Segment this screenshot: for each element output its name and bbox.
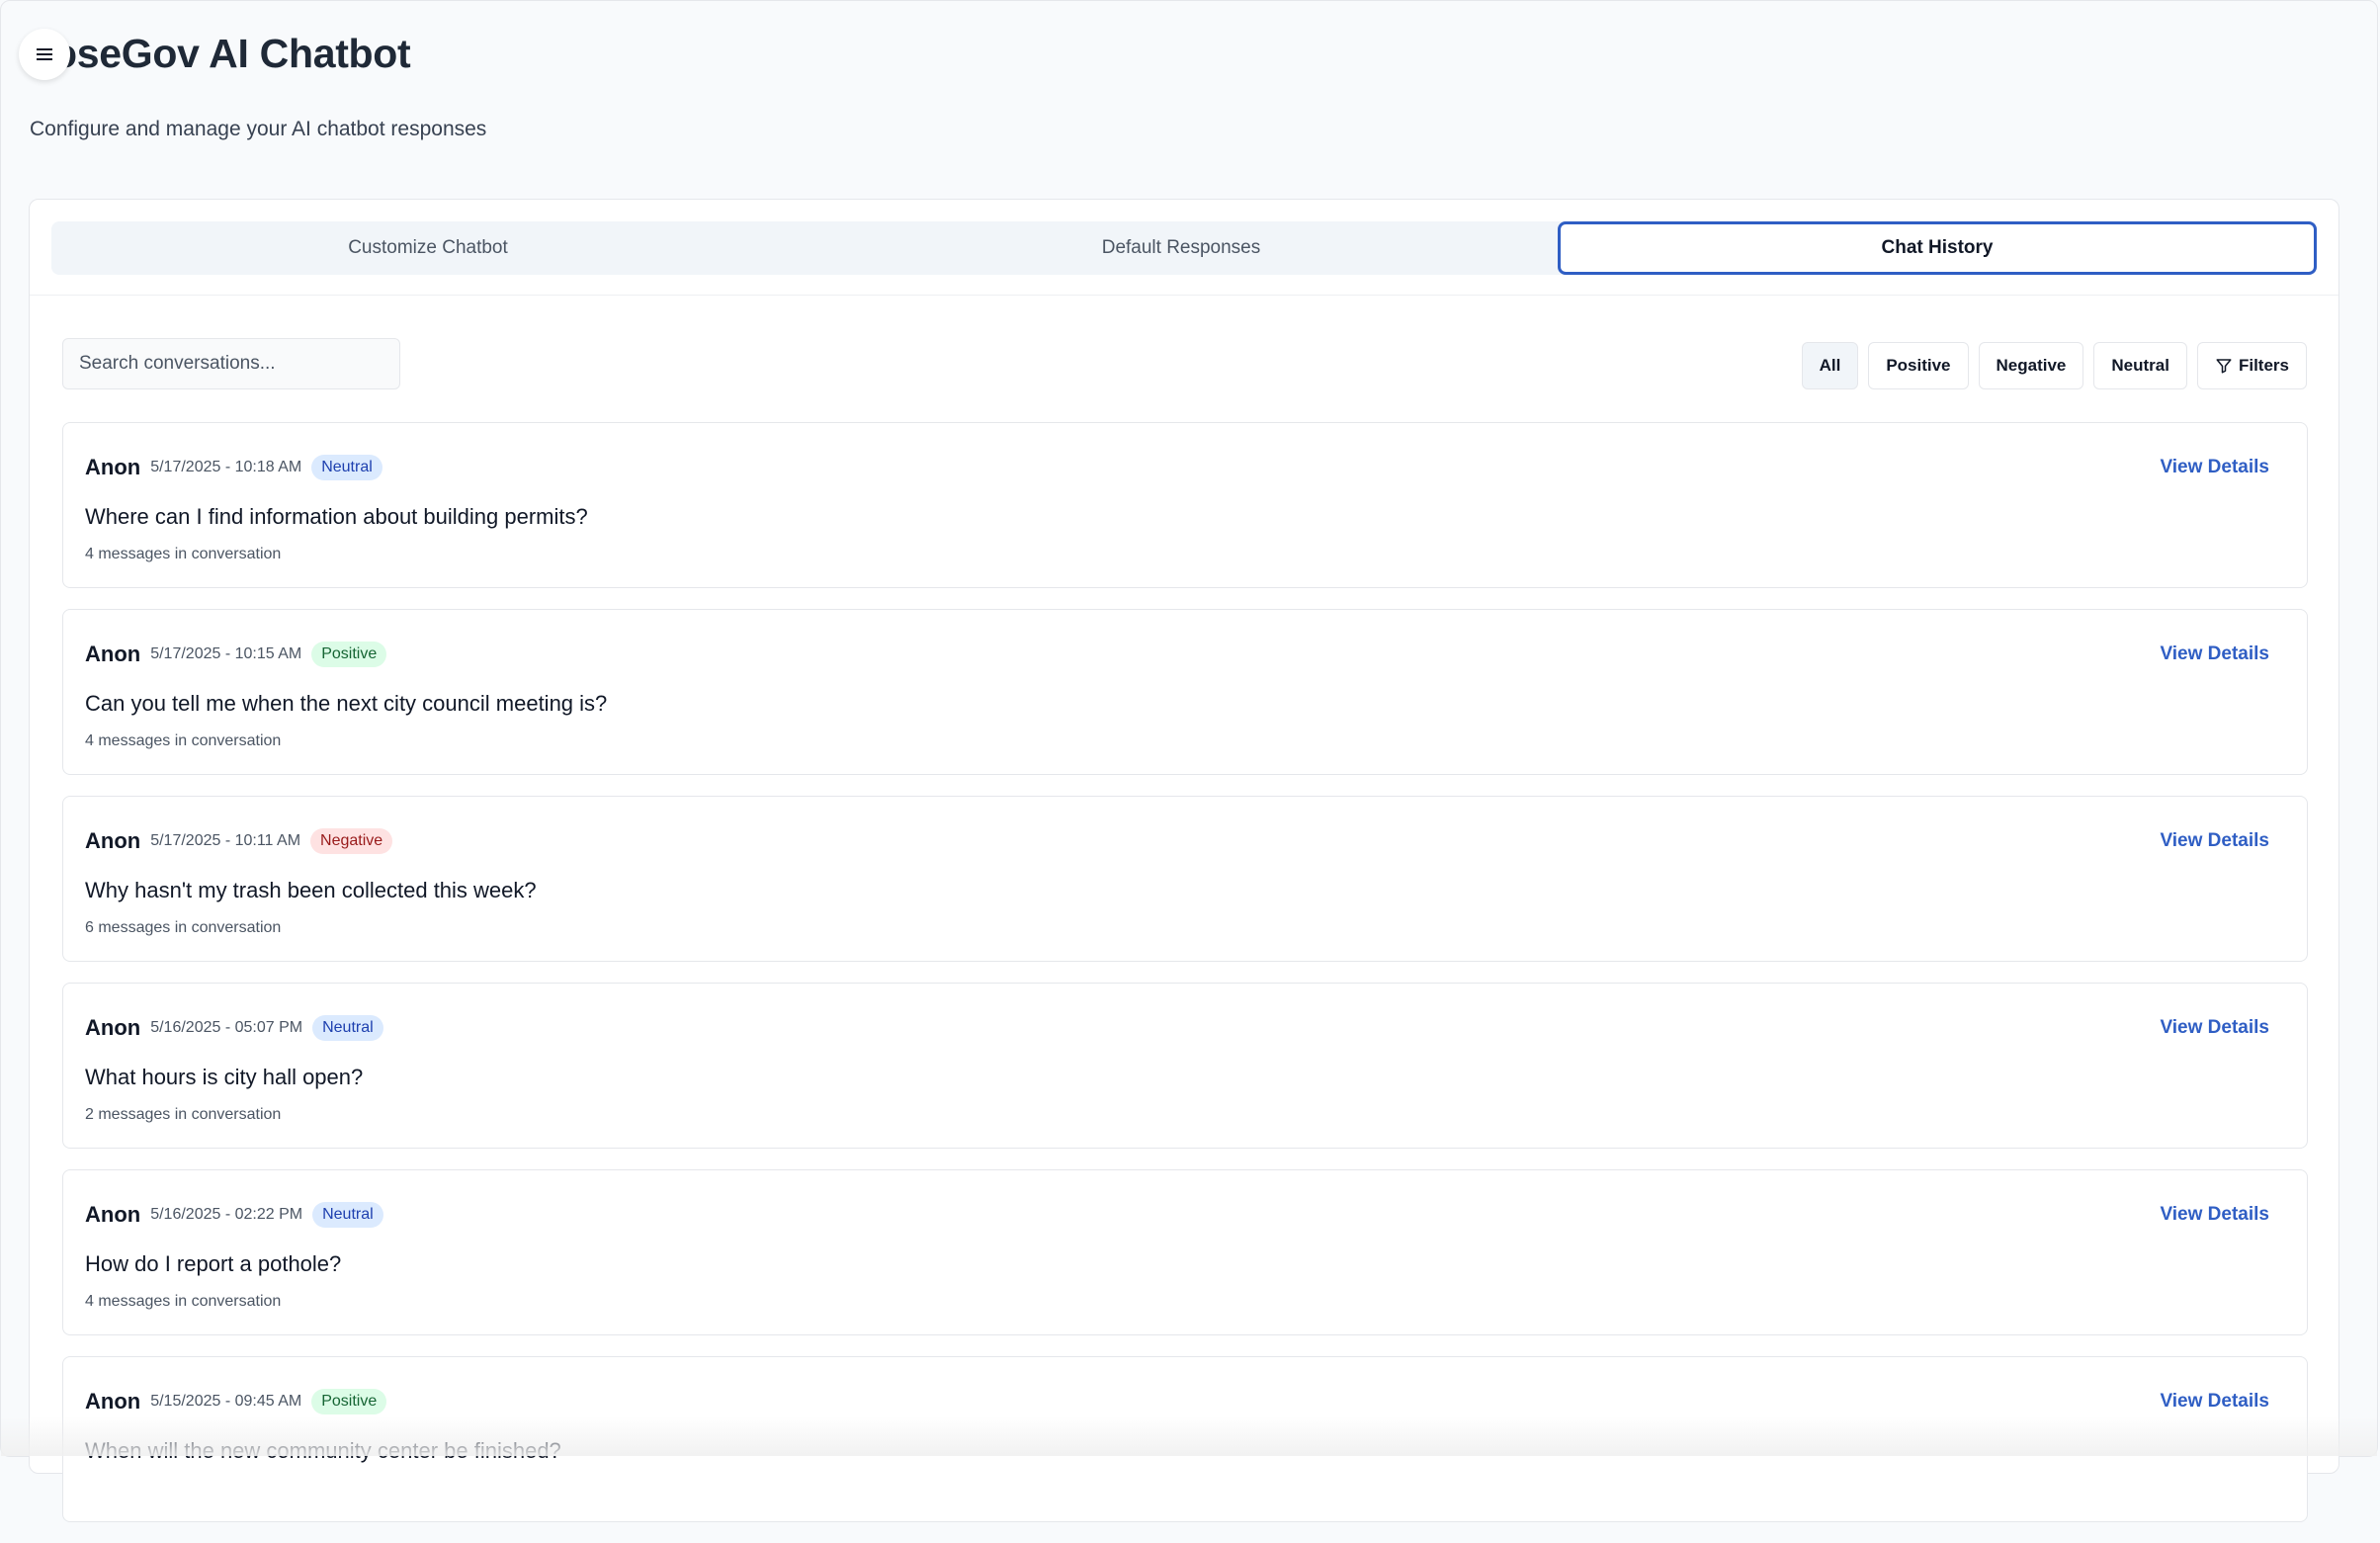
filters-button[interactable]: Filters: [2196, 342, 2307, 389]
conversation-item[interactable]: Anon 5/17/2025 - 10:18 AM Neutral Where can…: [62, 422, 2308, 588]
sentiment-badge: Neutral: [312, 1202, 383, 1228]
message-count: 6 messages in conversation: [85, 919, 282, 936]
conversation-meta: Anon 5/17/2025 - 10:15 AM Positive: [85, 642, 387, 667]
view-details-link[interactable]: View Details: [2160, 643, 2269, 665]
conversation-question: How do I report a pothole?: [85, 1251, 342, 1276]
conversation-question: Why hasn't my trash been collected this …: [85, 878, 537, 902]
view-details-link[interactable]: View Details: [2160, 457, 2269, 478]
conversation-item[interactable]: Anon 5/17/2025 - 10:15 AM Positive Can you …: [62, 609, 2308, 775]
tab-customize-chatbot[interactable]: Customize Chatbot: [51, 221, 805, 275]
filter-positive-button[interactable]: Positive: [1868, 342, 1969, 389]
view-details-link[interactable]: View Details: [2160, 1017, 2269, 1039]
conversation-author: Anon: [85, 828, 141, 853]
conversation-meta: Anon 5/17/2025 - 10:11 AM Negative: [85, 828, 393, 854]
filters-button-label: Filters: [2238, 356, 2289, 375]
conversation-meta: Anon 5/16/2025 - 05:07 PM Neutral: [85, 1015, 383, 1041]
conversation-timestamp: 5/16/2025 - 02:22 PM: [150, 1206, 303, 1223]
conversation-meta: Anon 5/16/2025 - 02:22 PM Neutral: [85, 1202, 383, 1228]
message-count: 2 messages in conversation: [85, 1106, 282, 1123]
conversation-timestamp: 5/17/2025 - 10:11 AM: [150, 832, 301, 849]
filter-neutral-button[interactable]: Neutral: [2093, 342, 2187, 389]
conversation-question: What hours is city hall open?: [85, 1065, 364, 1089]
main-card: Customize Chatbot Default Responses Chat…: [29, 199, 2339, 1522]
conversation-author: Anon: [85, 1202, 141, 1227]
filter-negative-button[interactable]: Negative: [1978, 342, 2084, 389]
conversation-author: Anon: [85, 1389, 141, 1414]
conversation-timestamp: 5/17/2025 - 10:18 AM: [150, 459, 302, 475]
message-count: 4 messages in conversation: [85, 732, 282, 749]
tab-chat-history[interactable]: Chat History: [1558, 221, 2317, 275]
view-details-link[interactable]: View Details: [2160, 1204, 2269, 1226]
conversation-question: Can you tell me when the next city counc…: [85, 691, 608, 716]
sentiment-badge: Positive: [311, 642, 387, 667]
sentiment-badge: Neutral: [312, 1015, 383, 1041]
menu-toggle-button[interactable]: [19, 29, 70, 80]
app-window: oseGov AI Chatbot Configure and manage y…: [0, 0, 2378, 1522]
conversation-author: Anon: [85, 455, 141, 479]
sentiment-filter-group: All Positive Negative Neutral Filters: [1801, 342, 2307, 389]
message-count: 4 messages in conversation: [85, 546, 282, 562]
divider: [30, 295, 2338, 296]
sentiment-badge: Negative: [310, 828, 393, 854]
view-details-link[interactable]: View Details: [2160, 830, 2269, 852]
page-subtitle: Configure and manage your AI chatbot res…: [30, 118, 487, 140]
view-details-link[interactable]: View Details: [2160, 1391, 2269, 1413]
conversation-meta: Anon 5/15/2025 - 09:45 AM Positive: [85, 1389, 387, 1414]
filter-all-button[interactable]: All: [1801, 342, 1859, 389]
hamburger-menu-icon: [37, 48, 52, 60]
message-count: 4 messages in conversation: [85, 1293, 282, 1310]
tab-default-responses[interactable]: Default Responses: [805, 221, 1558, 275]
conversation-timestamp: 5/16/2025 - 05:07 PM: [150, 1019, 303, 1036]
sentiment-badge: Positive: [311, 1389, 387, 1414]
conversation-author: Anon: [85, 1015, 141, 1040]
conversation-timestamp: 5/17/2025 - 10:15 AM: [150, 645, 302, 662]
conversation-meta: Anon 5/17/2025 - 10:18 AM Neutral: [85, 455, 382, 480]
search-input[interactable]: [62, 338, 400, 389]
conversation-question: When will the new community center be fi…: [85, 1438, 561, 1463]
page-title: oseGov AI Chatbot: [52, 31, 411, 76]
tab-bar: Customize Chatbot Default Responses Chat…: [51, 221, 2317, 275]
conversation-list: Anon 5/17/2025 - 10:18 AM Neutral Where can…: [62, 422, 2308, 1543]
conversation-timestamp: 5/15/2025 - 09:45 AM: [150, 1393, 302, 1410]
sentiment-badge: Neutral: [311, 455, 382, 480]
conversation-item[interactable]: Anon 5/17/2025 - 10:11 AM Negative Why hasn…: [62, 796, 2308, 962]
conversation-question: Where can I find information about build…: [85, 504, 588, 529]
conversation-item[interactable]: Anon 5/16/2025 - 05:07 PM Neutral What hour…: [62, 983, 2308, 1149]
funnel-icon: [2216, 359, 2232, 374]
conversation-item[interactable]: Anon 5/15/2025 - 09:45 AM Positive When wil…: [62, 1356, 2308, 1522]
conversation-item[interactable]: Anon 5/16/2025 - 02:22 PM Neutral How do I …: [62, 1169, 2308, 1335]
conversation-author: Anon: [85, 642, 141, 666]
